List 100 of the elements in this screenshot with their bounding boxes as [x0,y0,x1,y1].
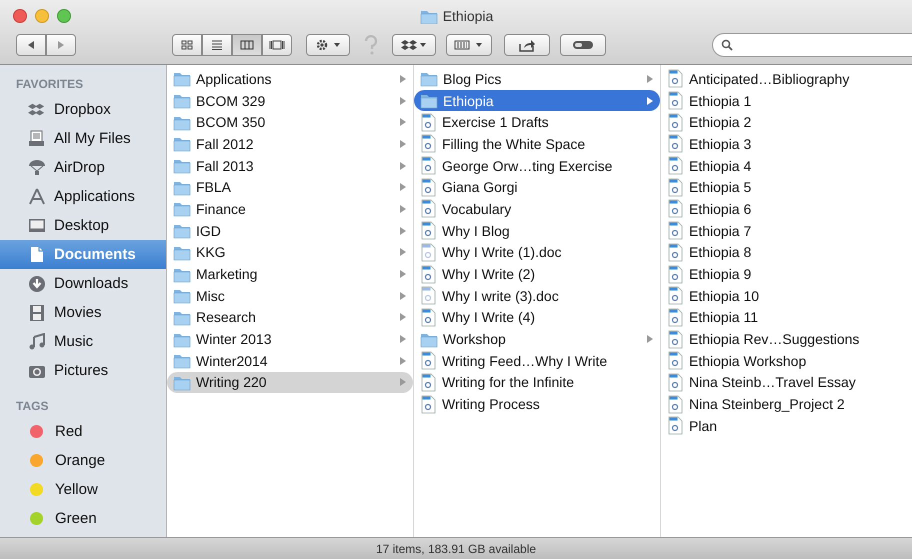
file-item[interactable]: Applications [167,68,413,90]
file-item[interactable]: Why I Blog [414,220,660,242]
file-item[interactable]: Ethiopia 7 [661,220,912,242]
dropbox-button[interactable] [392,34,436,56]
disclosure-arrow-icon [399,226,407,236]
sidebar-item[interactable]: Red [0,417,166,446]
file-item[interactable]: Why I Write (1).doc [414,242,660,264]
sidebar-item[interactable]: Orange [0,446,166,475]
disclosure-arrow-icon [399,334,407,344]
folder-icon [420,70,438,88]
file-item[interactable]: Ethiopia 9 [661,263,912,285]
file-item[interactable]: Misc [167,284,413,307]
document-icon [667,286,684,306]
sidebar-item[interactable]: Green [0,504,166,533]
file-item[interactable]: Ethiopia 6 [661,198,912,220]
file-item[interactable]: Anticipated…Bibliography [661,68,912,90]
file-item[interactable]: Ethiopia 4 [661,154,912,176]
file-item[interactable]: Ethiopia Workshop [661,350,912,372]
file-item[interactable]: Ethiopia 3 [661,133,912,155]
file-item[interactable]: Fall 2013 [167,154,413,176]
file-item[interactable]: Why I write (3).doc [414,284,660,307]
disclosure-arrow-icon [646,74,654,84]
disclosure-arrow-icon [399,204,407,214]
file-item[interactable]: Winter2014 [167,350,413,372]
list-view-button[interactable] [202,34,232,56]
search-field[interactable] [712,33,912,57]
close-button[interactable] [13,9,27,23]
file-item[interactable]: BCOM 329 [167,90,413,112]
file-item[interactable]: Giana Gorgi [414,176,660,198]
file-item[interactable]: Blog Pics [414,68,660,90]
section-heading: TAGS [15,398,50,415]
gear-icon [314,38,342,52]
file-item[interactable]: Vocabulary [414,198,660,220]
file-item[interactable]: Why I Write (4) [414,306,660,328]
file-item[interactable]: Ethiopia 11 [661,306,912,328]
file-item[interactable]: KKG [167,242,413,264]
sidebar-item[interactable]: AirDrop [0,153,166,182]
file-item[interactable]: Ethiopia [414,90,660,112]
section-heading: FAVORITES [15,76,84,93]
forward-button[interactable] [46,34,76,56]
parachute-icon [28,158,46,176]
file-item[interactable]: IGD [167,220,413,242]
file-item[interactable]: FBLA [167,176,413,198]
file-item[interactable]: Ethiopia 2 [661,111,912,134]
search-icon [721,39,733,51]
tags-button[interactable] [560,34,606,56]
sidebar-item[interactable]: Dropbox [0,95,166,124]
dropbox-icon [400,38,428,52]
file-item[interactable]: Ethiopia 10 [661,284,912,307]
file-item[interactable]: Writing 220 [167,372,413,394]
disclosure-arrow-icon [399,356,407,366]
document-icon [667,264,684,284]
file-item[interactable]: Nina Steinberg_Project 2 [661,393,912,415]
file-item[interactable]: George Orw…ting Exercise [414,154,660,176]
file-item[interactable]: Marketing [167,263,413,285]
file-item[interactable]: Ethiopia 5 [661,176,912,198]
file-item[interactable]: Why I Write (2) [414,263,660,285]
document-icon [420,178,437,197]
share-button[interactable] [504,34,550,56]
column-view-button[interactable] [232,34,262,56]
file-item[interactable]: Winter 2013 [167,328,413,350]
sidebar-item[interactable]: All My Files [0,124,166,153]
file-item[interactable]: Writing for the Infinite [414,372,660,394]
folder-icon [420,92,438,110]
desktop-icon [28,216,46,234]
file-item[interactable]: Filling the White Space [414,133,660,155]
folder-icon [173,135,191,152]
file-item[interactable]: BCOM 350 [167,111,413,134]
disclosure-arrow-icon [399,138,407,149]
file-item[interactable]: Research [167,306,413,328]
arrange-button[interactable] [446,34,492,56]
zoom-button[interactable] [57,9,71,23]
file-item[interactable]: Workshop [414,328,660,350]
sidebar-item[interactable]: Movies [0,298,166,327]
sidebar-item[interactable]: Music [0,327,166,356]
sidebar-item[interactable]: Desktop [0,211,166,240]
folder-icon [173,200,191,218]
file-item[interactable]: Plan [661,415,912,437]
sidebar-item[interactable]: Downloads [0,269,166,298]
applications-icon [28,188,46,206]
sidebar-item[interactable]: Pictures [0,356,166,385]
icon-view-button[interactable] [172,34,202,56]
file-item[interactable]: Ethiopia Rev…Suggestions [661,328,912,350]
file-item[interactable]: Ethiopia 1 [661,90,912,112]
file-item[interactable]: Writing Feed…Why I Write [414,350,660,372]
disclosure-arrow-icon [399,377,407,388]
file-item[interactable]: Ethiopia 8 [661,242,912,264]
file-item[interactable]: Writing Process [414,393,660,415]
file-item[interactable]: Finance [167,198,413,220]
sidebar-item[interactable]: Yellow [0,475,166,504]
action-button[interactable] [306,34,350,56]
cover-flow-button[interactable] [262,34,292,56]
back-button[interactable] [16,34,46,56]
folder-icon [173,157,191,174]
file-item[interactable]: Nina Steinb…Travel Essay [661,372,912,394]
back-arrow-icon [26,40,36,50]
file-item[interactable]: Fall 2012 [167,133,413,155]
file-item[interactable]: Exercise 1 Drafts [414,111,660,134]
sidebar-item[interactable]: Applications [0,182,166,211]
document-icon [28,246,46,264]
